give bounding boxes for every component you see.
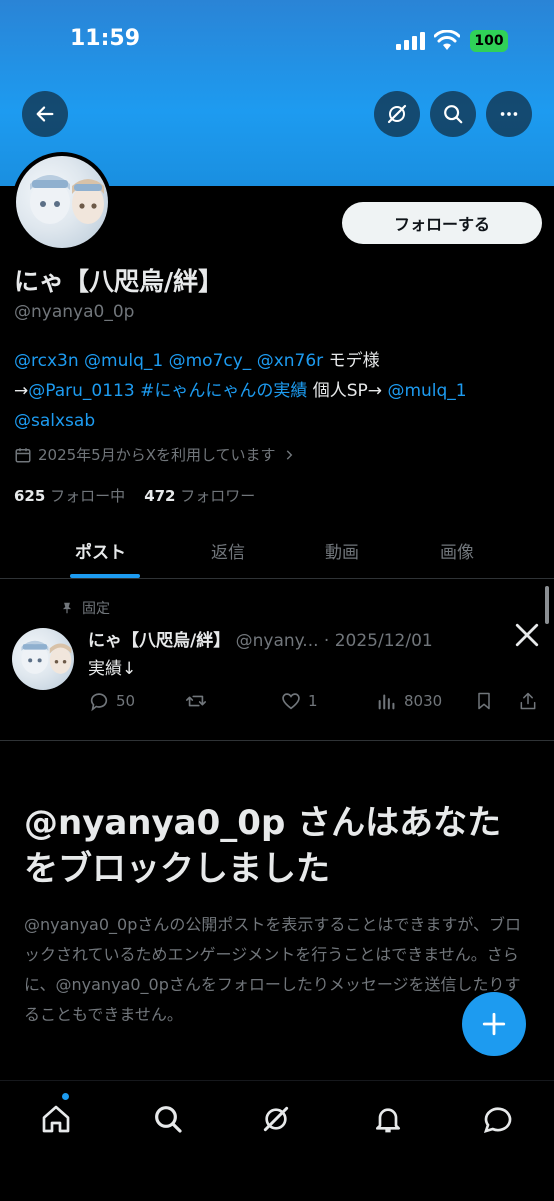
bio-text: 個人SP→ <box>312 381 383 401</box>
reply-button[interactable]: 50 <box>88 690 135 712</box>
bio-hashtag-link[interactable]: #にゃんにゃんの実績 <box>140 381 307 401</box>
bottom-navigation <box>0 1080 554 1201</box>
back-button[interactable] <box>22 91 68 137</box>
heart-icon <box>282 693 300 710</box>
tab-images[interactable]: 画像 <box>440 538 474 563</box>
bio-mention-link[interactable]: @mulq_1 <box>387 381 466 401</box>
post-author[interactable]: にゃ【八咫烏/絆】 <box>88 631 230 651</box>
display-name: にゃ【八咫烏/絆】 <box>14 267 224 296</box>
post-header: にゃ【八咫烏/絆】 @nyany... · 2025/12/01 <box>88 626 433 651</box>
post-divider <box>0 740 554 741</box>
follow-stats: 625 フォロー中 472 フォロワー <box>14 485 255 506</box>
reply-count: 50 <box>116 692 136 710</box>
followers-link[interactable]: 472 フォロワー <box>144 487 255 505</box>
bio-arrow: → <box>14 381 29 401</box>
notifications-icon[interactable] <box>372 1103 404 1135</box>
grok-icon <box>387 104 407 124</box>
repost-button[interactable] <box>184 690 208 712</box>
post-text: 実績↓ <box>88 659 137 679</box>
profile-tabs: ポスト 返信 動画 画像 <box>0 522 554 579</box>
tab-videos[interactable]: 動画 <box>325 538 359 563</box>
search-icon <box>444 105 463 124</box>
like-count: 1 <box>308 692 318 710</box>
reply-icon <box>90 693 108 712</box>
bio-text: モデ様 <box>328 351 380 371</box>
pinned-indicator: 固定 <box>60 598 110 618</box>
profile-bio: @rcx3n @mulq_1 @mo7cy_ @xn76r モデ様 →@Paru… <box>14 346 544 436</box>
blocked-description: @nyanya0_0pさんの公開ポストを表示することはできますが、ブロックされて… <box>24 915 522 1024</box>
following-link[interactable]: 625 フォロー中 <box>14 487 125 505</box>
post-date[interactable]: 2025/12/01 <box>335 631 433 651</box>
joined-text: 2025年5月からXを利用しています <box>38 446 276 464</box>
bio-mention-link[interactable]: @mulq_1 <box>84 351 163 371</box>
blocked-title: @nyanya0_0p さんはあなたをブロックしました <box>24 803 502 889</box>
post-handle[interactable]: @nyany... <box>236 631 319 651</box>
avatar-illustration <box>30 175 104 224</box>
active-tab-indicator <box>70 574 140 578</box>
following-label: フォロー中 <box>50 487 126 505</box>
bio-mention-link[interactable]: @Paru_0113 <box>28 381 134 401</box>
calendar-icon <box>15 447 31 462</box>
status-time: 11:59 <box>70 26 141 51</box>
grok-button[interactable] <box>374 91 420 137</box>
scrollbar[interactable] <box>545 586 549 624</box>
messages-icon[interactable] <box>482 1103 514 1135</box>
views-count: 8030 <box>404 692 443 710</box>
back-arrow-icon <box>36 106 54 122</box>
avatar-illustration <box>21 640 72 674</box>
bio-mention-link[interactable]: @rcx3n <box>14 351 79 371</box>
followers-label: フォロワー <box>180 487 256 505</box>
pin-icon <box>62 602 72 614</box>
pinned-label: 固定 <box>82 601 110 617</box>
search-icon[interactable] <box>152 1103 184 1135</box>
more-icon <box>500 112 518 116</box>
follow-button[interactable]: フォローする <box>342 202 542 244</box>
profile-avatar[interactable] <box>12 152 112 252</box>
post-avatar[interactable] <box>12 628 74 690</box>
grok-icon[interactable] <box>260 1103 292 1135</box>
profile-handle: @nyanya0_0p <box>14 302 135 322</box>
followers-count: 472 <box>144 487 176 505</box>
wifi-icon <box>434 30 460 50</box>
repost-icon <box>186 695 206 707</box>
following-count: 625 <box>14 487 46 505</box>
plus-icon <box>482 1012 506 1036</box>
bio-mention-link[interactable]: @xn76r <box>257 351 323 371</box>
views-button[interactable]: 8030 <box>376 690 442 712</box>
more-button[interactable] <box>486 91 532 137</box>
x-logo-icon <box>515 623 539 647</box>
bio-mention-link[interactable]: @mo7cy_ <box>169 351 252 371</box>
cellular-signal-icon <box>396 32 425 50</box>
bookmark-icon <box>478 692 490 710</box>
battery-indicator: 100 <box>470 30 508 52</box>
joined-date[interactable]: 2025年5月からXを利用しています <box>14 444 296 465</box>
like-button[interactable]: 1 <box>280 690 318 712</box>
views-chart-icon <box>378 694 395 710</box>
home-icon[interactable] <box>40 1103 72 1135</box>
post-separator: · <box>323 631 330 651</box>
bio-mention-link[interactable]: @salxsab <box>14 411 95 431</box>
tab-posts[interactable]: ポスト <box>75 538 126 563</box>
bookmark-button[interactable] <box>474 690 494 712</box>
share-button[interactable] <box>518 690 538 712</box>
share-icon <box>520 692 536 710</box>
search-button[interactable] <box>430 91 476 137</box>
compose-post-button[interactable] <box>462 992 526 1056</box>
chevron-right-icon <box>286 449 292 460</box>
home-notification-dot <box>62 1093 69 1100</box>
tab-replies[interactable]: 返信 <box>211 538 245 563</box>
